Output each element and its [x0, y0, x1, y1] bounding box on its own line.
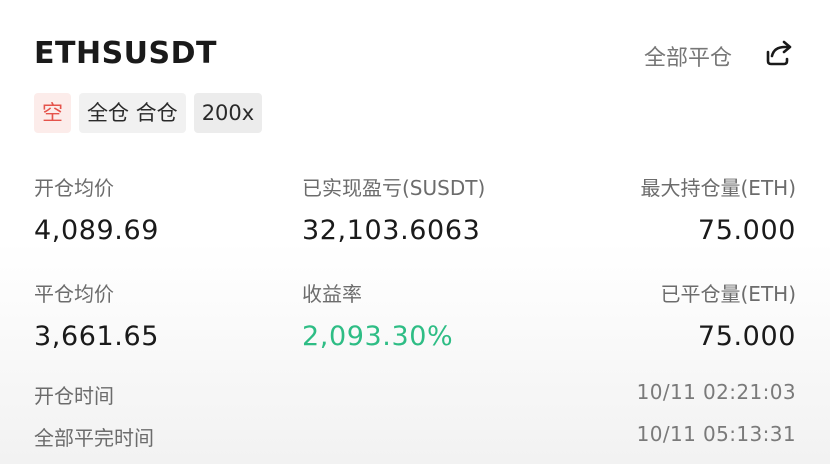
closed-position-cell: 已平仓量(ETH) 75.000: [661, 278, 797, 352]
close-avg-price-cell: 平仓均价 3,661.65: [34, 278, 159, 352]
close-avg-price-value: 3,661.65: [34, 321, 160, 352]
open-avg-price-label: 开仓均价: [34, 176, 114, 200]
realized-pnl-value: 32,103.6063: [302, 215, 481, 246]
close-avg-price-label: 平仓均价: [34, 282, 114, 306]
closed-time-label: 全部平完时间: [34, 426, 154, 450]
realized-pnl-label: 已实现盈亏(SUSDT): [302, 176, 486, 200]
max-position-cell: 最大持仓量(ETH) 75.000: [641, 172, 797, 246]
roi-label: 收益率: [302, 282, 362, 306]
open-time-label: 开仓时间: [34, 384, 114, 408]
open-avg-price-cell: 开仓均价 4,089.69: [34, 172, 159, 246]
max-position-value: 75.000: [697, 215, 796, 246]
closed-position-label: 已平仓量(ETH): [660, 282, 797, 306]
card-header: ETHSUSDT 全部平仓: [34, 36, 796, 76]
open-time-value: 10/11 02:21:03: [636, 380, 796, 404]
margin-mode-badge: 全仓 合仓: [79, 93, 186, 133]
close-all-button[interactable]: 全部平仓: [644, 40, 732, 72]
share-icon[interactable]: [760, 36, 794, 70]
open-avg-price-value: 4,089.69: [34, 215, 160, 246]
realized-pnl-cell: 已实现盈亏(SUSDT) 32,103.6063: [302, 172, 485, 246]
symbol-title: ETHSUSDT: [34, 36, 218, 71]
tag-group: 空 全仓 合仓 200x: [34, 93, 263, 133]
max-position-label: 最大持仓量(ETH): [640, 176, 797, 200]
open-time-row: 开仓时间 10/11 02:21:03: [34, 380, 796, 408]
position-history-card: ETHSUSDT 全部平仓 空 全仓 合仓 200x 开仓均价 4,089.69…: [0, 0, 830, 464]
closed-time-row: 全部平完时间 10/11 05:13:31: [34, 422, 796, 450]
closed-time-value: 10/11 05:13:31: [636, 422, 796, 446]
leverage-badge: 200x: [193, 93, 263, 133]
roi-cell: 收益率 2,093.30%: [302, 278, 453, 352]
side-badge: 空: [34, 93, 71, 133]
closed-position-value: 75.000: [697, 321, 796, 352]
roi-value: 2,093.30%: [302, 321, 454, 352]
